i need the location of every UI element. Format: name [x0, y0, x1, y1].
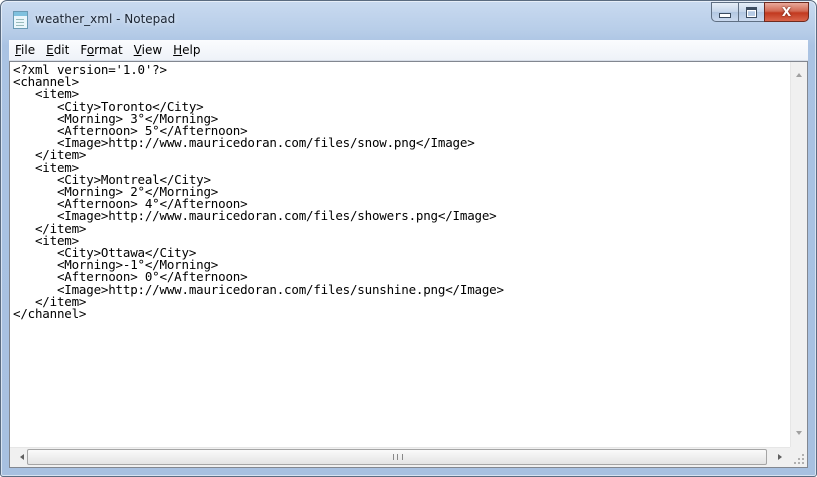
close-button[interactable]: X — [764, 2, 809, 22]
menu-bar: File Edit Format View Help — [9, 40, 808, 61]
close-icon: X — [781, 5, 792, 19]
horizontal-scrollbar[interactable] — [10, 447, 790, 467]
grip-dot — [802, 458, 804, 460]
text-line: <Image>http://www.mauricedoran.com/files… — [13, 281, 504, 297]
text-line: </channel> — [13, 306, 87, 322]
window-title: weather_xml - Notepad — [35, 12, 176, 26]
menu-help-label: elp — [182, 43, 201, 57]
title-bar[interactable]: weather_xml - Notepad X — [1, 1, 816, 39]
grip-dot — [802, 454, 804, 456]
menu-file-label: ile — [21, 43, 36, 57]
editor-frame: <?xml version='1.0'?> <channel> <item> <… — [9, 61, 808, 468]
notepad-window: weather_xml - Notepad X File Edit Format… — [0, 0, 817, 477]
grip-dot — [798, 458, 800, 460]
caption-buttons: X — [711, 2, 809, 22]
grip-dot — [794, 462, 796, 464]
menu-view-label: iew — [141, 43, 163, 57]
grip-icon — [393, 454, 403, 460]
maximize-button[interactable] — [738, 2, 764, 22]
menu-file[interactable]: File — [10, 40, 40, 60]
menu-help[interactable]: Help — [168, 40, 205, 60]
menu-format-label: rmat — [94, 43, 123, 57]
notepad-icon[interactable] — [13, 11, 28, 29]
menu-help-accel: H — [173, 43, 183, 57]
menu-view[interactable]: View — [129, 40, 167, 60]
grip-dot — [802, 462, 804, 464]
minimize-button[interactable] — [711, 2, 738, 22]
menu-view-accel: V — [133, 43, 142, 57]
scroll-right-arrow-icon[interactable] — [778, 454, 782, 460]
minimize-icon — [719, 12, 731, 18]
grip-dot — [798, 462, 800, 464]
text-editor[interactable]: <?xml version='1.0'?> <channel> <item> <… — [11, 62, 789, 447]
vertical-scrollbar[interactable] — [790, 62, 807, 447]
menu-format[interactable]: Format — [75, 40, 127, 60]
document-text: <?xml version='1.0'?> <channel> <item> <… — [11, 62, 789, 320]
scroll-down-arrow-icon[interactable] — [796, 431, 802, 435]
menu-edit-accel: E — [46, 43, 54, 57]
scroll-left-arrow-icon[interactable] — [20, 454, 24, 460]
menu-edit-label: dit — [53, 43, 70, 57]
menu-edit[interactable]: Edit — [41, 40, 74, 60]
horizontal-scroll-thumb[interactable] — [27, 449, 767, 465]
scroll-up-arrow-icon[interactable] — [796, 73, 802, 77]
resize-grip-icon[interactable] — [790, 447, 807, 467]
maximize-icon — [746, 6, 757, 18]
